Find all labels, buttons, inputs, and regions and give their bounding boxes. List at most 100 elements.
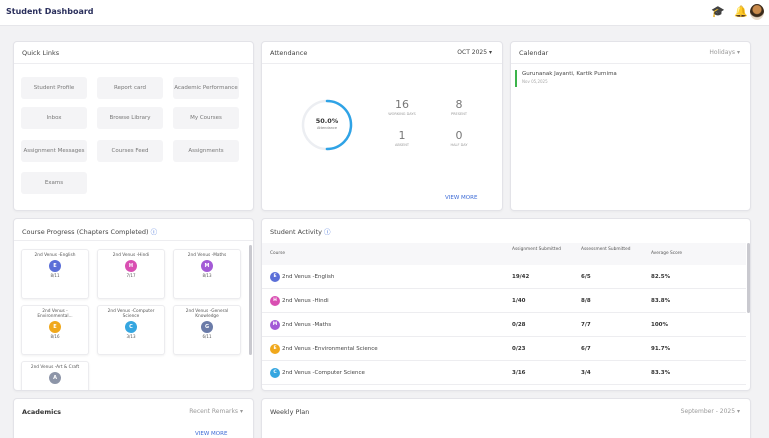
table-row[interactable]: E 2nd Venus -Environmental Science 0/23 6/7… <box>262 338 746 361</box>
attendance-ring: 50.0% Attendance <box>300 98 354 152</box>
course-name: 2nd Venus -General Knowledge <box>185 309 229 319</box>
quick-link-assignment-messages[interactable]: Assignment Messages <box>21 140 87 162</box>
cell-course: 2nd Venus -Environmental Science <box>282 346 378 352</box>
course-name: 2nd Venus -Art & Craft <box>30 365 80 370</box>
chapters-completed: 6/11 <box>202 334 212 339</box>
calendar-event-date: Nov 05,2025 <box>522 79 548 84</box>
stat-value: 0 <box>455 129 463 142</box>
quick-link-exams[interactable]: Exams <box>21 172 87 194</box>
quick-link-my-courses[interactable]: My Courses <box>173 107 239 129</box>
course-progress-title-wrap: Course Progress (Chapters Completed) ⓘ <box>22 226 157 236</box>
attendance-view-more-link[interactable]: VIEW MORE <box>445 195 477 201</box>
course-icon: E <box>49 260 61 272</box>
course-icon: E <box>270 344 280 354</box>
stat-label: HALF DAY <box>450 143 468 147</box>
graduation-cap-icon[interactable]: 🎓 <box>711 5 725 19</box>
stat-value: 1 <box>398 129 406 142</box>
weekly-plan-card: Weekly Plan September - 2025 ▾ <box>261 398 751 438</box>
cell-assignment: 0/28 <box>512 322 526 328</box>
attendance-month-dropdown[interactable]: OCT 2025 ▾ <box>457 49 492 56</box>
quick-link-browse-library[interactable]: Browse Library <box>97 107 163 129</box>
student-activity-header: Student Activity ⓘ <box>262 219 750 241</box>
calendar-event[interactable]: Gurunanak Jayanti, Kartik Purnima Nov 05… <box>515 70 750 87</box>
quick-link-student-profile[interactable]: Student Profile <box>21 77 87 99</box>
course-progress-card: Course Progress (Chapters Completed) ⓘ 2… <box>13 218 254 391</box>
cell-score: 82.5% <box>651 274 671 280</box>
student-activity-scrollbar[interactable] <box>747 243 750 313</box>
stat-value: 8 <box>455 98 463 111</box>
cell-assignment: 1/40 <box>512 298 526 304</box>
table-row[interactable]: C 2nd Venus -Computer Science 3/16 3/4 83.3% <box>262 362 746 385</box>
stat-label: ABSENT <box>395 143 409 147</box>
user-avatar[interactable] <box>750 4 764 20</box>
course-progress-item[interactable]: 2nd Venus -Computer Science C 3/13 <box>97 305 165 355</box>
quick-link-academic-performance[interactable]: Academic Performance <box>173 77 239 99</box>
weekly-plan-title: Weekly Plan <box>270 408 310 416</box>
bell-icon[interactable]: 🔔 <box>734 5 748 19</box>
course-progress-item[interactable]: 2nd Venus -English E 8/11 <box>21 249 89 299</box>
stat-value: 16 <box>395 98 409 111</box>
course-progress-item[interactable]: 2nd Venus -Hindi H 7/17 <box>97 249 165 299</box>
weekly-plan-filter-dropdown[interactable]: September - 2025 ▾ <box>681 408 740 415</box>
course-name: 2nd Venus -English <box>34 253 76 258</box>
attendance-title: Attendance <box>270 49 308 57</box>
attendance-percent-label: Attendance <box>316 126 338 130</box>
course-icon: C <box>125 321 137 333</box>
col-assignment: Assignment Submitted <box>512 247 561 252</box>
table-row[interactable]: H 2nd Venus -Hindi 1/40 8/8 83.8% <box>262 290 746 313</box>
cell-assessment: 3/4 <box>581 370 591 376</box>
course-progress-item[interactable]: 2nd Venus -Maths M 8/13 <box>173 249 241 299</box>
stat-half-day: 0 HALF DAY <box>436 129 482 147</box>
quick-links-title: Quick Links <box>22 49 60 57</box>
table-row[interactable]: E 2nd Venus -English 19/42 6/5 82.5% <box>262 266 746 289</box>
stat-present: 8 PRESENT <box>436 98 482 116</box>
quick-link-report-card[interactable]: Report card <box>97 77 163 99</box>
calendar-event-name: Gurunanak Jayanti, Kartik Purnima <box>522 71 617 77</box>
academics-filter-dropdown[interactable]: Recent Remarks ▾ <box>189 408 243 415</box>
course-progress-item[interactable]: 2nd Venus -Art & Craft A <box>21 361 89 390</box>
cell-score: 83.3% <box>651 370 671 376</box>
cell-assignment: 0/23 <box>512 346 526 352</box>
cell-score: 91.7% <box>651 346 671 352</box>
info-icon[interactable]: ⓘ <box>324 228 331 236</box>
course-name: 2nd Venus - Environmental... <box>37 309 73 319</box>
chapters-completed: 8/16 <box>50 334 60 339</box>
stat-working-days: 16 WORKING DAYS <box>379 98 425 116</box>
calendar-filter-dropdown[interactable]: Holidays ▾ <box>709 49 740 56</box>
course-icon: C <box>270 368 280 378</box>
course-icon: A <box>49 372 61 384</box>
cell-assignment: 19/42 <box>512 274 530 280</box>
cell-assessment: 8/8 <box>581 298 591 304</box>
course-icon: H <box>270 296 280 306</box>
academics-filter-label: Recent Remarks <box>189 408 239 415</box>
academics-header: Academics Recent Remarks ▾ <box>14 399 253 421</box>
quick-link-assignments[interactable]: Assignments <box>173 140 239 162</box>
student-activity-card: Student Activity ⓘ Course Assignment Sub… <box>261 218 751 391</box>
quick-link-inbox[interactable]: Inbox <box>21 107 87 129</box>
academics-view-more-link[interactable]: VIEW MORE <box>195 431 227 437</box>
cell-assessment: 6/7 <box>581 346 591 352</box>
cell-score: 83.8% <box>651 298 671 304</box>
attendance-header: Attendance OCT 2025 ▾ <box>262 42 502 64</box>
calendar-title: Calendar <box>519 49 549 57</box>
quick-links-header: Quick Links <box>14 42 253 64</box>
course-name: 2nd Venus -Maths <box>187 253 227 258</box>
cell-course: 2nd Venus -Computer Science <box>282 370 365 376</box>
quick-link-courses-feed[interactable]: Courses Feed <box>97 140 163 162</box>
course-progress-scrollbar[interactable] <box>249 245 252 355</box>
course-icon: H <box>125 260 137 272</box>
attendance-percent: 50.0% <box>315 117 339 125</box>
course-name: 2nd Venus -Computer Science <box>107 309 155 319</box>
cell-course: 2nd Venus -English <box>282 274 335 280</box>
course-progress-item[interactable]: 2nd Venus -General Knowledge G 6/11 <box>173 305 241 355</box>
cell-assessment: 6/5 <box>581 274 591 280</box>
course-progress-item[interactable]: 2nd Venus - Environmental... E 8/16 <box>21 305 89 355</box>
info-icon[interactable]: ⓘ <box>151 228 158 236</box>
quick-links-card: Quick Links Student Profile Report card … <box>13 41 254 211</box>
weekly-plan-filter-label: September - 2025 <box>680 408 736 415</box>
course-progress-header: Course Progress (Chapters Completed) ⓘ <box>14 219 253 241</box>
cell-course: 2nd Venus -Hindi <box>282 298 329 304</box>
col-course: Course <box>270 251 286 256</box>
weekly-plan-header: Weekly Plan September - 2025 ▾ <box>262 399 750 421</box>
table-row[interactable]: M 2nd Venus -Maths 0/28 7/7 100% <box>262 314 746 337</box>
